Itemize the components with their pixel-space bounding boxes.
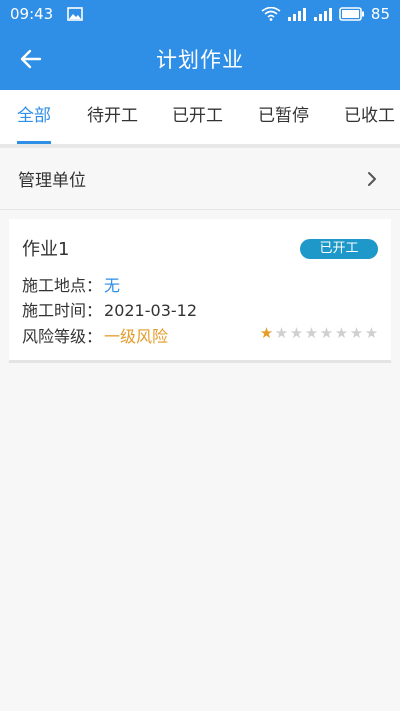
risk-value: 一级风险	[104, 327, 169, 346]
wifi-icon	[261, 7, 281, 21]
work-name: 作业1	[22, 239, 70, 260]
time-label: 施工时间：	[22, 301, 103, 320]
star-icon: ★	[274, 324, 289, 342]
location-row: 施工地点：无	[22, 272, 120, 296]
risk-label: 风险等级：	[22, 327, 103, 346]
star-icon: ★	[289, 324, 304, 342]
work-card[interactable]: 作业1 已开工 施工地点：无 施工时间： 2021-03-12 风险等级： 一级风险…	[9, 219, 391, 363]
risk-rating: ★ ★ ★ ★ ★ ★ ★ ★	[259, 324, 379, 342]
status-bar: 09:43 85	[0, 0, 400, 28]
signal-icon	[287, 7, 307, 21]
tab-pending[interactable]: 待开工	[87, 90, 138, 144]
location-value: 无	[104, 276, 121, 295]
status-tabs: 全部 待开工 已开工 已暂停 已收工	[0, 90, 400, 144]
star-icon: ★	[364, 324, 379, 342]
management-unit-selector[interactable]: 管理单位	[0, 148, 400, 210]
page-title: 计划作业	[156, 48, 244, 72]
battery-level: 85	[370, 5, 390, 23]
battery-icon	[339, 7, 365, 21]
star-icon: ★	[349, 324, 364, 342]
signal-4g-icon	[313, 7, 333, 21]
chevron-right-icon	[362, 169, 382, 189]
time-row: 施工时间： 2021-03-12	[22, 297, 197, 321]
tab-paused[interactable]: 已暂停	[258, 90, 309, 144]
star-icon: ★	[319, 324, 334, 342]
tab-all[interactable]: 全部	[17, 90, 51, 144]
time-value: 2021-03-12	[104, 301, 197, 320]
tab-finished[interactable]: 已收工	[344, 90, 395, 144]
status-time: 09:43	[10, 5, 54, 23]
back-button[interactable]	[16, 45, 46, 73]
arrow-left-icon	[20, 49, 42, 69]
tab-started[interactable]: 已开工	[172, 90, 223, 144]
location-label: 施工地点：	[22, 276, 103, 295]
star-icon: ★	[304, 324, 319, 342]
image-notification-icon	[67, 7, 84, 21]
management-unit-label: 管理单位	[18, 171, 86, 191]
star-icon: ★	[259, 324, 274, 342]
status-badge: 已开工	[300, 239, 378, 259]
app-bar: 计划作业	[0, 28, 400, 90]
risk-row: 风险等级： 一级风险	[22, 323, 168, 347]
star-icon: ★	[334, 324, 349, 342]
